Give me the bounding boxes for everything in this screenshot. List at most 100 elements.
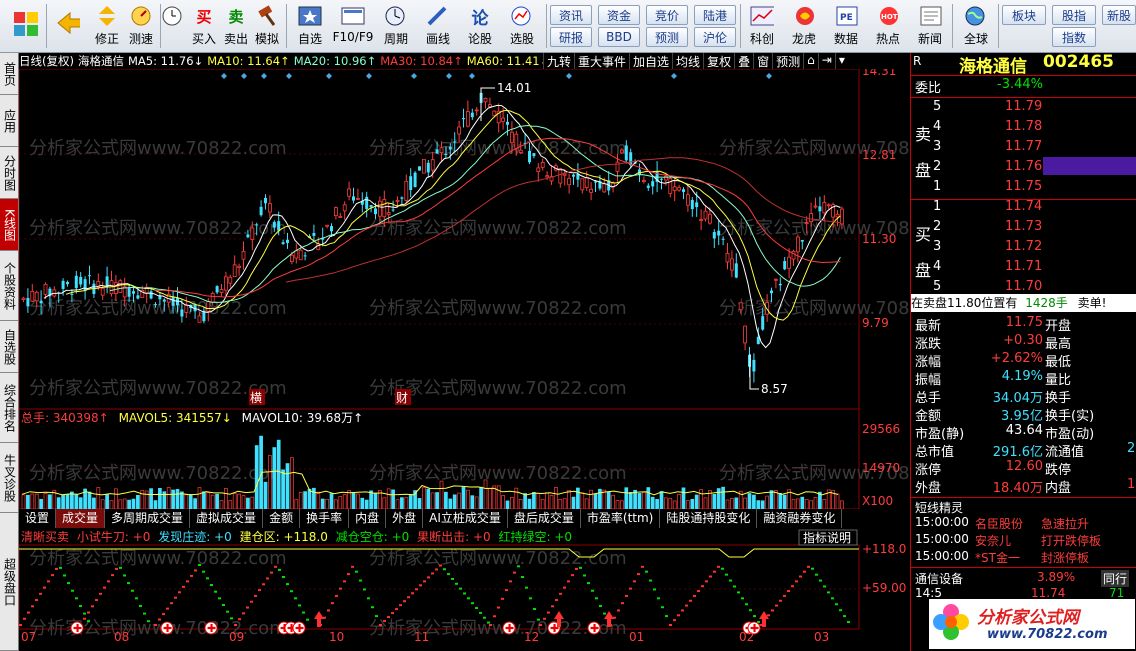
f10-button[interactable]: F10/F9 bbox=[330, 2, 376, 50]
buy-level-num: 5 bbox=[933, 279, 942, 294]
lock-icon[interactable]: ⌂ bbox=[803, 53, 818, 69]
volume-bar bbox=[712, 493, 717, 510]
spirit-row[interactable]: 15:00:00 名臣股份 急速拉升 bbox=[911, 515, 1136, 532]
sector-button[interactable]: 板块 bbox=[1002, 5, 1046, 25]
candle-body bbox=[421, 158, 426, 174]
period-mode[interactable]: 日线(复权) bbox=[19, 53, 74, 69]
tab-ma[interactable]: 均线 bbox=[672, 53, 703, 69]
candle-body bbox=[651, 181, 655, 187]
sidebar-item-home[interactable]: 首页 bbox=[0, 53, 18, 95]
tab-northbound[interactable]: 陆股通持股变化 bbox=[660, 509, 758, 528]
dragon-tiger-button[interactable]: 龙虎 bbox=[786, 2, 822, 50]
draw-line-button[interactable]: 画线 bbox=[418, 2, 458, 50]
forecast-button[interactable]: 预测 bbox=[646, 27, 688, 47]
tab-margin[interactable]: 融资融券变化 bbox=[757, 509, 843, 528]
stock-index-button[interactable]: 股指 bbox=[1052, 5, 1096, 25]
buy-button[interactable]: 买 买入 bbox=[190, 2, 218, 50]
volume-bar bbox=[444, 491, 448, 510]
sell-level-row[interactable]: 4 11.78 bbox=[911, 119, 1136, 139]
sell-button[interactable]: 卖 卖出 bbox=[222, 2, 250, 50]
menu-down-icon[interactable]: ▾ bbox=[834, 53, 848, 69]
indicator-dot bbox=[222, 604, 225, 606]
indicator-dot bbox=[210, 584, 213, 586]
index-button[interactable]: 指数 bbox=[1052, 27, 1096, 47]
tab-volume[interactable]: 成交量 bbox=[56, 509, 106, 528]
tab-inner[interactable]: 内盘 bbox=[349, 509, 387, 528]
candle-body bbox=[286, 239, 289, 243]
buy-level-row[interactable]: 2 11.73 bbox=[911, 219, 1136, 239]
volume-bar bbox=[496, 485, 501, 510]
news-info-button[interactable]: 资讯 bbox=[550, 5, 592, 25]
sidebar-item-profile[interactable]: 个股资料 bbox=[0, 251, 18, 321]
webi-label: 委比 bbox=[915, 81, 942, 96]
tab-pe-ttm[interactable]: 市盈率(ttm) bbox=[581, 509, 661, 528]
sell-level-row[interactable]: 1 11.75 bbox=[911, 179, 1136, 199]
kechuang-button[interactable]: 科创 bbox=[744, 2, 780, 50]
indicator-dot bbox=[483, 616, 486, 619]
sidebar-item-timeshare[interactable]: 分时图 bbox=[0, 147, 18, 199]
global-button[interactable]: 全球 bbox=[956, 2, 996, 50]
stock-select-button[interactable]: 选股 bbox=[502, 2, 542, 50]
indicator-dot bbox=[717, 565, 720, 568]
tab-forecast[interactable]: 预测 bbox=[772, 53, 803, 69]
data-button[interactable]: PE 数据 bbox=[828, 2, 864, 50]
tab-after-hours[interactable]: 盘后成交量 bbox=[508, 509, 581, 528]
volume-bar bbox=[127, 499, 131, 510]
tab-settings[interactable]: 设置 bbox=[19, 509, 57, 528]
hk-connect-button[interactable]: 陆港 bbox=[694, 5, 736, 25]
tab-outer[interactable]: 外盘 bbox=[386, 509, 424, 528]
spirit-row[interactable]: 15:00:00 安奈儿 打开跌停板 bbox=[911, 532, 1136, 549]
sell-level-row[interactable]: 5 11.79 bbox=[911, 99, 1136, 119]
tab-major-events[interactable]: 重大事件 bbox=[574, 53, 629, 69]
sidebar-item-ranking[interactable]: 综合排名 bbox=[0, 373, 18, 443]
simulate-button[interactable]: 模拟 bbox=[252, 2, 282, 50]
buy-level-row[interactable]: 4 11.71 bbox=[911, 259, 1136, 279]
kline-chart[interactable]: 分析家公式网www.70822.com 分析家公式网www.70822.com … bbox=[19, 69, 909, 651]
tab-adjust[interactable]: 复权 bbox=[703, 53, 734, 69]
capital-button[interactable]: 资金 bbox=[598, 5, 640, 25]
tab-overlay[interactable]: 叠 bbox=[734, 53, 753, 69]
tab-jiuzhuan[interactable]: 九转 bbox=[543, 53, 574, 69]
sidebar-item-watchlist[interactable]: 自选股 bbox=[0, 321, 18, 373]
research-button[interactable]: 研报 bbox=[550, 27, 592, 47]
period-button[interactable]: 周期 bbox=[376, 2, 416, 50]
auction-button[interactable]: 竞价 bbox=[646, 5, 688, 25]
news-button[interactable]: 新闻 bbox=[912, 2, 948, 50]
bbd-button[interactable]: BBD bbox=[598, 27, 640, 47]
new-stock-button[interactable]: 新股 bbox=[1102, 5, 1136, 25]
toolbar-button[interactable] bbox=[152, 2, 192, 50]
indicator-dot bbox=[298, 604, 301, 607]
hot-button[interactable]: HOT 热点 bbox=[870, 2, 906, 50]
sidebar-item-apps[interactable]: 应用 bbox=[0, 95, 18, 147]
indicator-dot bbox=[835, 603, 838, 606]
spirit-row[interactable]: 15:00:00 *ST金一 封涨停板 bbox=[911, 549, 1136, 566]
indicator-dot bbox=[559, 592, 562, 595]
volume-bar bbox=[571, 496, 576, 510]
sidebar-item-super-book[interactable]: 超级盘口 bbox=[0, 513, 18, 651]
forum-button[interactable]: 论 论股 bbox=[462, 2, 498, 50]
split-icon[interactable]: ⇥ bbox=[817, 53, 835, 69]
windows-logo-button[interactable] bbox=[8, 2, 44, 50]
tab-ai-volume[interactable]: AI立桩成交量 bbox=[423, 509, 508, 528]
indicator-dot bbox=[447, 573, 450, 576]
candle-body bbox=[250, 227, 255, 240]
tab-multi-volume[interactable]: 多周期成交量 bbox=[105, 509, 191, 528]
spirit-header: 短线精灵 bbox=[911, 497, 1136, 516]
buy-level-row[interactable]: 1 11.74 bbox=[911, 199, 1136, 219]
tab-amount[interactable]: 金额 bbox=[263, 509, 301, 528]
tab-turnover[interactable]: 换手率 bbox=[300, 509, 350, 528]
fix-button[interactable]: 修正 bbox=[90, 2, 124, 50]
favorite-button[interactable]: 自选 bbox=[290, 2, 330, 50]
shanghai-london-button[interactable]: 沪伦 bbox=[694, 27, 736, 47]
tab-add-watchlist[interactable]: 加自选 bbox=[629, 53, 672, 69]
volume-bar bbox=[624, 487, 629, 510]
buy-level-row[interactable]: 3 11.72 bbox=[911, 239, 1136, 259]
sell-level-row[interactable]: 3 11.77 bbox=[911, 139, 1136, 159]
volume-bar bbox=[813, 497, 818, 510]
tab-virtual-volume[interactable]: 虚拟成交量 bbox=[190, 509, 264, 528]
sidebar-item-kline[interactable]: K线图 bbox=[0, 199, 18, 251]
back-button[interactable] bbox=[50, 2, 86, 50]
tab-window[interactable]: 窗 bbox=[753, 53, 772, 69]
indicator-dot bbox=[115, 567, 118, 570]
sidebar-item-diagnosis[interactable]: 牛叉诊股 bbox=[0, 443, 18, 513]
